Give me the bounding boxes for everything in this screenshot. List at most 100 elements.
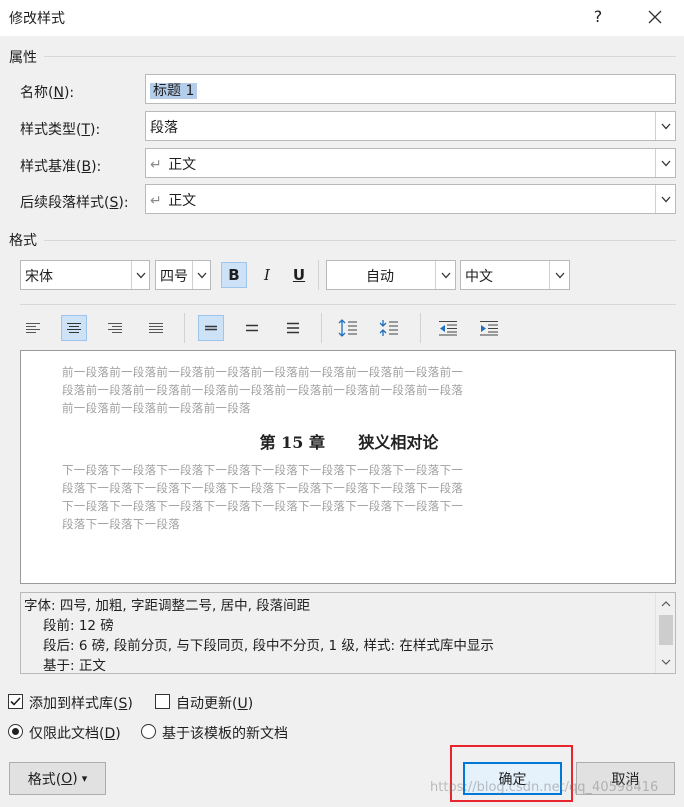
add-to-gallery-checkbox[interactable] [8,694,23,709]
align-justify-icon [149,323,163,333]
font-value: 宋体 [25,269,53,285]
name-value: 标题 1 [150,83,198,99]
only-this-document-label[interactable]: 仅限此文档(D) [29,723,121,743]
toolbar-separator [420,313,421,343]
toolbar-separator [321,313,322,343]
format-divider [44,240,676,241]
format-menu-label: 格式( [27,771,62,788]
style-type-select[interactable]: 段落 [145,111,676,141]
description-line: 基于: 正文 [43,658,106,674]
style-type-value: 段落 [150,120,178,136]
decrease-spacing-icon [379,320,398,336]
font-size-dropdown[interactable] [192,261,210,289]
double-spacing-icon [287,322,299,334]
decrease-indent-button[interactable] [435,315,461,341]
align-left-button[interactable] [20,315,46,341]
align-center-icon [67,323,81,333]
checkmark-icon [10,697,21,706]
font-select[interactable]: 宋体 [20,260,150,290]
dropdown-arrow-icon: ▾ [81,772,88,785]
chevron-down-icon [136,272,145,278]
chevron-down-icon [555,272,564,278]
scroll-up-button[interactable] [656,595,675,613]
chevron-down-icon [661,659,671,665]
radio-dot [12,728,19,735]
paragraph-mark-icon: ↵ [150,157,162,173]
preview-line: 前一段落前一段落前一段落前一段落前一段落前一段落前一段落前一段落前一 [62,365,464,379]
font-size-select[interactable]: 四号 [155,260,211,290]
add-to-gallery-label[interactable]: 添加到样式库(S) [29,693,133,713]
font-color-value: 自动 [366,269,394,285]
toolbar-separator [184,313,185,343]
format-menu-button[interactable]: 格式(O) ▾ [9,762,106,795]
decrease-spacing-button[interactable] [376,315,402,341]
style-type-dropdown[interactable] [655,112,675,140]
help-button[interactable]: ? [585,4,611,30]
next-style-select[interactable]: ↵ 正文 [145,184,676,214]
description-line: 段后: 6 磅, 段前分页, 与下段同页, 段中不分页, 1 级, 样式: 在样… [43,638,494,654]
language-dropdown[interactable] [549,261,569,289]
language-value: 中文 [465,269,493,285]
preview-line: 下一段落下一段落下一段落下一段落下一段落下一段落下一段落下一段落下一 [62,463,464,477]
scroll-thumb[interactable] [659,615,673,645]
template-documents-label[interactable]: 基于该模板的新文档 [162,723,288,743]
single-spacing-button[interactable] [198,315,224,341]
style-base-dropdown[interactable] [655,149,675,177]
preview-before-text: 前一段落前一段落前一段落前一段落前一段落前一段落前一段落前一段落前一 段落前一段… [62,363,622,417]
increase-spacing-icon [338,319,357,337]
style-base-label: 样式基准(B): [20,159,102,175]
style-type-label: 样式类型(T): [20,122,101,138]
preview-line: 段落下一段落下一段落下一段落下一段落下一段落下一段落下一段落下一段落 [62,481,464,495]
one-half-spacing-button[interactable] [239,315,265,341]
align-center-button[interactable] [61,315,87,341]
preview-heading: 第 15 章 狭义相对论 [259,433,439,452]
align-left-icon [26,323,40,333]
watermark: https://blog.csdn.net/qq_40598416 [430,780,659,795]
underline-button[interactable]: U [286,262,312,288]
chevron-down-icon [441,272,450,278]
properties-divider [44,56,676,57]
increase-indent-icon [480,321,498,336]
only-this-document-radio[interactable] [8,724,23,739]
bold-button[interactable]: B [221,262,247,288]
increase-indent-button[interactable] [476,315,502,341]
font-color-select[interactable]: 自动 [326,260,456,290]
auto-update-checkbox[interactable] [155,694,170,709]
toolbar-separator [318,260,319,290]
next-style-value: 正文 [168,193,197,209]
next-style-label: 后续段落样式(S): [20,195,129,211]
style-base-select[interactable]: ↵ 正文 [145,148,676,178]
chevron-down-icon [661,123,670,129]
dialog-title: 修改样式 [9,11,65,27]
language-select[interactable]: 中文 [460,260,570,290]
italic-button[interactable]: I [254,262,280,288]
decrease-indent-icon [439,321,457,336]
format-menu-suffix: ) [72,770,78,787]
preview-after-text: 下一段落下一段落下一段落下一段落下一段落下一段落下一段落下一段落下一 段落下一段… [62,461,622,533]
chevron-down-icon [197,272,206,278]
next-style-dropdown[interactable] [655,185,675,213]
align-justify-button[interactable] [143,315,169,341]
preview-line: 下一段落下一段落下一段落下一段落下一段落下一段落下一段落下一段落下一 [62,499,464,513]
close-icon [648,10,662,24]
name-input[interactable]: 标题 1 [145,74,676,104]
chevron-down-icon [661,196,670,202]
template-documents-radio[interactable] [141,724,156,739]
scroll-down-button[interactable] [656,653,675,671]
double-spacing-button[interactable] [280,315,306,341]
toolbar-divider [20,304,676,305]
name-label: 名称(N): [20,85,75,101]
chevron-up-icon [661,601,671,607]
close-button[interactable] [640,4,670,30]
format-group-label: 格式 [9,233,37,249]
preview-line: 段落下一段落下一段落 [62,517,180,531]
properties-group-label: 属性 [9,50,37,66]
description-scrollbar[interactable] [655,593,675,673]
auto-update-label[interactable]: 自动更新(U) [176,693,253,713]
one-half-spacing-icon [246,324,258,332]
font-dropdown[interactable] [131,261,149,289]
increase-spacing-button[interactable] [335,315,361,341]
align-right-button[interactable] [102,315,128,341]
preview-line: 段落前一段落前一段落前一段落前一段落前一段落前一段落前一段落前一段落 [62,383,464,397]
font-color-dropdown[interactable] [435,261,455,289]
